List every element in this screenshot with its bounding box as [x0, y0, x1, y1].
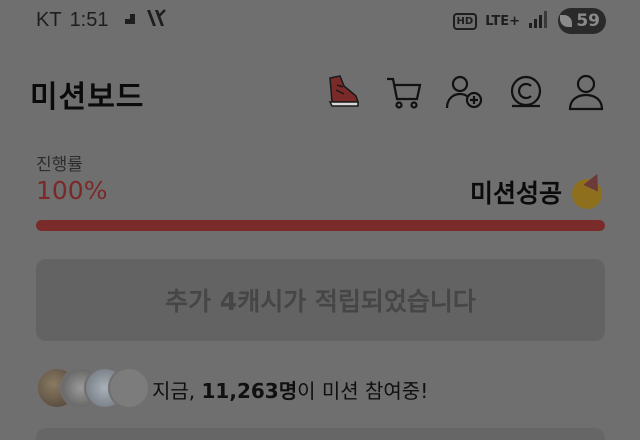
carrier-label: KT	[36, 8, 62, 31]
clock: 1:51	[69, 8, 109, 31]
cart-icon[interactable]	[384, 72, 424, 112]
vpn-icon	[145, 8, 167, 32]
status-left: KT 1:51	[36, 8, 167, 32]
add-friend-icon[interactable]	[444, 72, 484, 112]
sneaker-icon[interactable]	[322, 72, 362, 112]
participants-suffix: 이 미션 참여중!	[297, 379, 429, 403]
status-right: HD LTE+ 59	[452, 8, 606, 34]
header-icons	[320, 72, 610, 116]
avatar	[108, 367, 150, 409]
mission-card[interactable]	[36, 428, 605, 440]
participant-count-text: 지금, 11,263명이 미션 참여중!	[152, 375, 428, 404]
participants-count: 11,263명	[201, 379, 298, 403]
participants-prefix: 지금,	[152, 379, 202, 403]
battery-saver-icon	[560, 15, 573, 27]
profile-icon[interactable]	[566, 72, 606, 112]
signal-step-icon	[117, 10, 137, 30]
reward-notice-text: 추가 4캐시가 적립되었습니다	[165, 287, 476, 316]
cell-signal-icon	[528, 9, 550, 33]
mission-status: 미션성공	[469, 170, 605, 210]
participant-avatars	[36, 367, 150, 409]
cash-coin-icon[interactable]	[506, 72, 546, 112]
battery-level: 59	[576, 11, 600, 31]
status-bar: KT 1:51 HD LTE+ 59	[0, 0, 640, 44]
progress-bar	[36, 220, 605, 231]
battery-indicator: 59	[558, 8, 606, 34]
reward-notice: 추가 4캐시가 적립되었습니다	[36, 259, 605, 341]
network-type: LTE+	[485, 13, 520, 29]
party-face-icon	[570, 170, 605, 209]
progress-label: 진행률	[36, 155, 83, 175]
page-title: 미션보드	[30, 80, 145, 115]
progress-value: 100%	[36, 176, 108, 205]
mission-status-label: 미션성공	[469, 179, 562, 208]
hd-voice-badge: HD	[452, 12, 478, 30]
progress-bar-fill	[36, 220, 605, 231]
